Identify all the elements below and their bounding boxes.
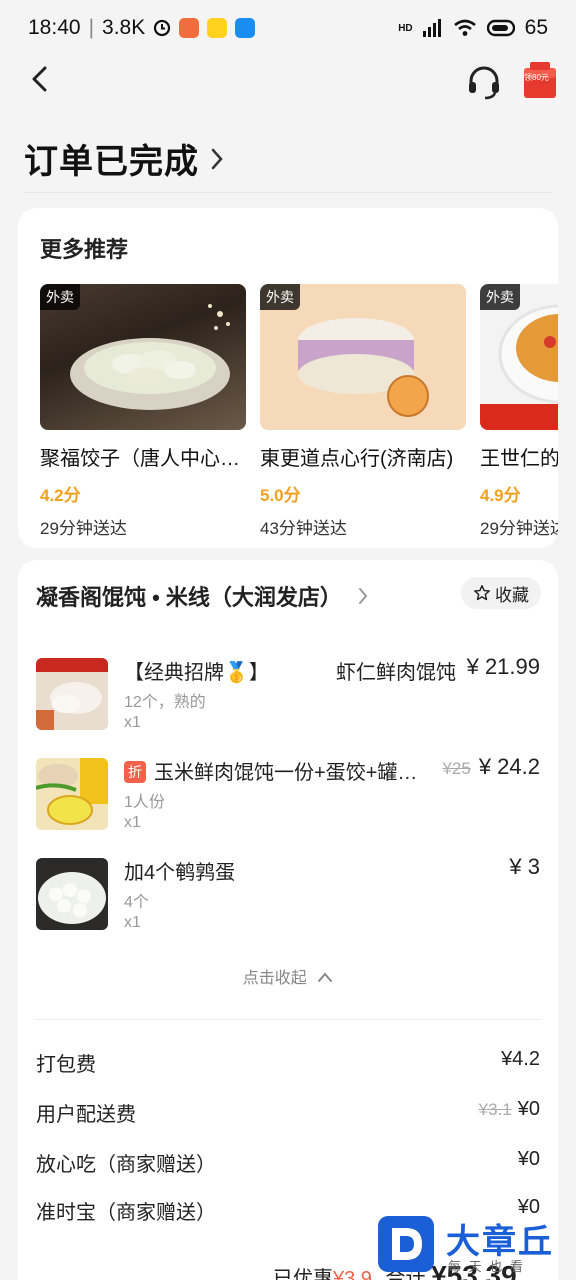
item-price: ¥ 21.99 — [466, 654, 540, 679]
fee-row-packing: 打包费 ¥4.2 — [36, 1048, 540, 1078]
recommend-time: 29分钟送达 — [40, 519, 127, 538]
item-original-price: ¥25 — [442, 759, 471, 778]
order-card: 凝香阁馄饨 • 米线（大润发店） 收藏 【经典招牌🥇】 虾仁鲜肉馄饨 12个，熟… — [18, 560, 558, 1280]
recommend-item[interactable]: 外卖 東更道点心行(济南店) 5.0分 43分钟送达 — [260, 284, 466, 539]
item-name: 加4个鹌鹑蛋 — [124, 862, 236, 884]
status-time: 18:40 — [28, 16, 81, 39]
item-qty: x1 — [124, 814, 141, 831]
network-type: HD — [398, 22, 413, 34]
item-name-secondary: 虾仁鲜肉馄饨 — [336, 662, 456, 684]
corn-wonton-image — [36, 758, 108, 830]
fee-value: ¥4.2 — [501, 1048, 540, 1070]
battery-level: 65 — [524, 16, 548, 39]
item-name-row: 折玉米鲜肉馄饨一份+蛋饺+罐… — [124, 756, 417, 785]
star-icon — [474, 585, 490, 601]
discount-badge: 折 — [124, 761, 146, 783]
recommend-card: 更多推荐 外卖 聚福饺子（唐人中心店） 4.2分 29分钟送达 外卖 東更道点心… — [18, 208, 558, 548]
fee-label: 打包费 — [36, 1054, 96, 1076]
wifi-icon — [453, 19, 476, 36]
favorite-button[interactable]: 收藏 — [461, 577, 541, 609]
watermark-logo-icon — [378, 1216, 434, 1272]
app-notify-icon-3 — [235, 18, 256, 38]
fee-label: 用户配送费 — [36, 1104, 136, 1126]
dumpling-image: 外卖 — [40, 284, 246, 430]
item-price: ¥ 24.2 — [478, 754, 540, 779]
clock-icon — [154, 19, 171, 37]
fee-original: ¥3.1 — [478, 1100, 512, 1119]
item-spec: 1人份 — [124, 794, 165, 811]
collapse-toggle[interactable]: 点击收起 — [18, 964, 558, 988]
recommend-item[interactable]: 外卖 王世仁的 4.9分 29分钟送达 — [480, 284, 558, 539]
signal-icon — [422, 19, 441, 37]
divider — [24, 192, 552, 193]
status-bar: 18:40 | 3.8K HD 65 — [28, 16, 548, 39]
chevron-right-icon — [358, 588, 368, 604]
app-notify-icon-2 — [207, 18, 228, 38]
watermark: 大章丘 每 天 也 看 — [376, 1214, 576, 1280]
fee-label: 准时宝（商家赠送） — [36, 1202, 216, 1224]
coupon-icon[interactable]: 领80元 — [522, 60, 558, 100]
recommend-name: 聚福饺子（唐人中心店） — [40, 448, 240, 470]
back-icon[interactable] — [26, 64, 56, 94]
item-name: 【经典招牌🥇】 — [124, 662, 269, 684]
page-title: 订单已完成 — [24, 143, 199, 181]
recommend-time: 29分钟送达 — [480, 519, 558, 538]
recommend-tag: 外卖 — [40, 284, 80, 310]
noodle-image: 外卖 — [480, 284, 558, 430]
watermark-sub: 每 天 也 看 — [448, 1259, 525, 1274]
recommend-score: 5.0分 — [260, 486, 301, 505]
fee-row-delivery: 用户配送费 ¥3.1 ¥0 — [36, 1098, 540, 1128]
chevron-right-icon — [211, 148, 223, 169]
fee-value: ¥0 — [517, 1148, 540, 1170]
store-name: 凝香阁馄饨 • 米线（大润发店） — [36, 585, 342, 610]
divider — [36, 1019, 540, 1020]
nav-bar: 领80元 — [0, 56, 576, 116]
recommend-time: 43分钟送达 — [260, 519, 347, 538]
recommend-tag: 外卖 — [480, 284, 520, 310]
item-spec: 12个，熟的 — [124, 694, 206, 711]
favorite-label: 收藏 — [495, 585, 529, 605]
recommend-score: 4.2分 — [40, 486, 81, 505]
status-speed: 3.8K — [102, 16, 146, 39]
recommend-name: 王世仁的 — [480, 448, 558, 470]
fee-value-row: ¥3.1 ¥0 — [479, 1098, 540, 1121]
recommend-title: 更多推荐 — [40, 237, 129, 262]
fee-row-safe-eat: 放心吃（商家赠送） ¥0 — [36, 1148, 540, 1178]
item-price: ¥ 3 — [509, 854, 540, 879]
wonton-image — [36, 658, 108, 730]
coupon-text: 领80元 — [524, 73, 549, 82]
recommend-name: 東更道点心行(济南店) — [260, 448, 454, 470]
recommend-item[interactable]: 外卖 聚福饺子（唐人中心店） 4.2分 29分钟送达 — [40, 284, 246, 539]
item-qty: x1 — [124, 714, 141, 731]
collapse-label: 点击收起 — [242, 970, 307, 987]
quail-egg-image — [36, 858, 108, 930]
item-qty: x1 — [124, 914, 141, 931]
recommend-score: 4.9分 — [480, 486, 521, 505]
item-price-row: ¥25 ¥ 24.2 — [442, 754, 540, 780]
chevron-up-icon — [318, 972, 333, 982]
pastry-image: 外卖 — [260, 284, 466, 430]
recommend-tag: 外卖 — [260, 284, 300, 310]
item-spec: 4个 — [124, 894, 149, 911]
app-notify-icon-1 — [179, 18, 200, 38]
discount-label: 已优惠 — [273, 1268, 333, 1280]
order-status-title-row[interactable]: 订单已完成 — [24, 134, 225, 183]
headset-icon[interactable] — [464, 62, 504, 102]
item-name: 玉米鲜肉馄饨一份+蛋饺+罐… — [154, 762, 418, 784]
fee-value: ¥0 — [517, 1098, 540, 1120]
battery-icon — [486, 19, 515, 37]
store-link[interactable]: 凝香阁馄饨 • 米线（大润发店） — [36, 580, 368, 612]
fee-label: 放心吃（商家赠送） — [36, 1154, 216, 1176]
discount-amount: ¥3.9 — [333, 1268, 372, 1280]
